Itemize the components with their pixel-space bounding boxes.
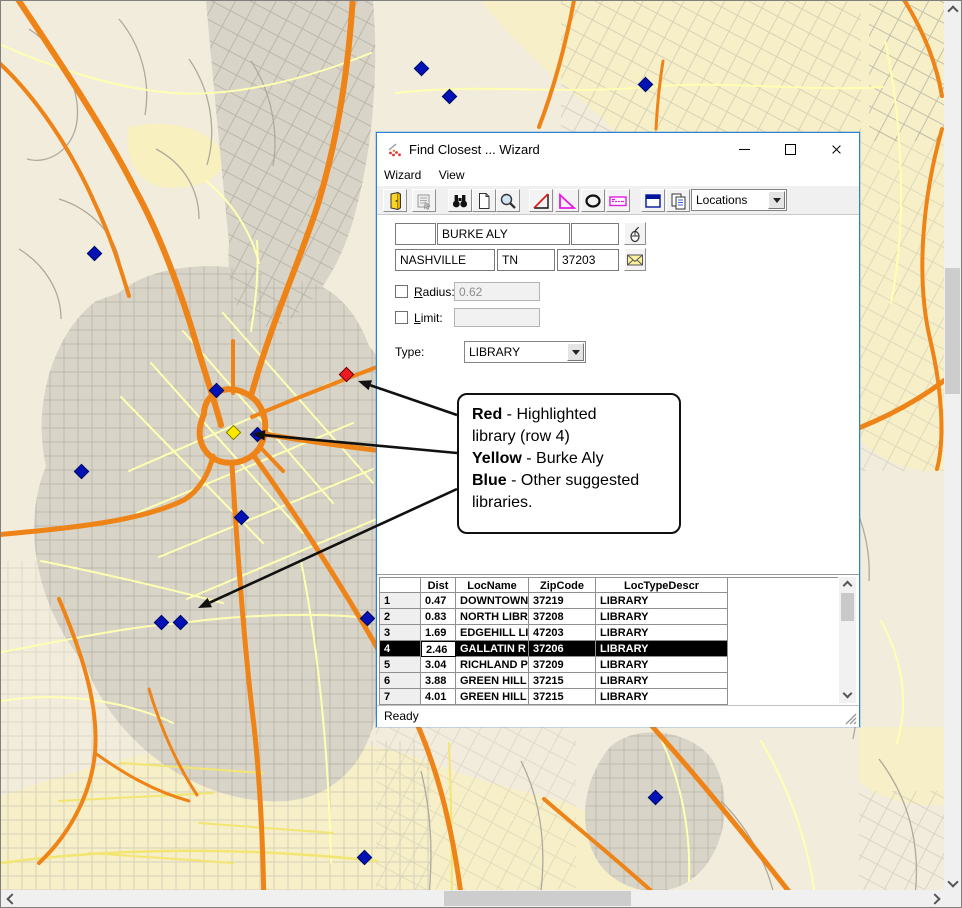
maximize-icon — [785, 144, 796, 155]
radius-label: Radius: — [414, 285, 455, 299]
header-zipcode[interactable]: ZipCode — [529, 577, 596, 593]
scroll-up-icon[interactable] — [947, 5, 958, 16]
new-document-button[interactable] — [472, 189, 496, 212]
limit-label: Limit: — [414, 311, 443, 325]
table-row[interactable]: 31.69EDGEHILL LI47203LIBRARY — [379, 625, 839, 641]
menu-wizard[interactable]: Wizard — [377, 166, 428, 184]
magnifier-icon — [498, 191, 518, 211]
properties-button[interactable] — [412, 189, 436, 212]
label-icon — [608, 191, 628, 211]
find-button[interactable] — [448, 189, 472, 212]
radius-field[interactable] — [454, 282, 540, 301]
type-combo[interactable]: LIBRARY — [464, 341, 586, 363]
table-row[interactable]: 74.01GREEN HILL37215LIBRARY — [379, 689, 839, 705]
close-icon — [831, 144, 842, 155]
label-tool-button[interactable] — [606, 189, 630, 212]
properties-icon — [414, 191, 434, 211]
header-locname[interactable]: LocName — [456, 577, 529, 593]
oval-tool-button[interactable] — [581, 189, 605, 212]
oval-icon — [583, 191, 603, 211]
horizontal-scrollbar[interactable] — [1, 890, 946, 907]
status-text: Ready — [384, 709, 419, 723]
state-field[interactable] — [497, 249, 555, 271]
table-scrollbar-thumb[interactable] — [841, 593, 854, 621]
table-row[interactable]: 63.88GREEN HILL37215LIBRARY — [379, 673, 839, 689]
scroll-down-icon[interactable] — [947, 876, 958, 887]
scroll-up-icon[interactable] — [843, 581, 853, 591]
copy-icon — [668, 191, 688, 211]
locations-combo-dropdown[interactable] — [768, 191, 785, 209]
scroll-right-icon[interactable] — [929, 893, 940, 904]
scroll-down-icon[interactable] — [843, 689, 853, 699]
dialog-title: Find Closest ... Wizard — [409, 142, 540, 157]
limit-checkbox[interactable] — [395, 311, 408, 324]
chevron-down-icon — [572, 350, 580, 355]
street-prefix-field[interactable] — [395, 223, 436, 245]
type-label: Type: — [395, 345, 424, 359]
red-line-tool-icon — [531, 191, 551, 211]
find-closest-wizard-dialog: Find Closest ... Wizard Wizard View — [376, 132, 860, 727]
wizard-window-icon — [387, 142, 403, 158]
table-row[interactable]: 42.46GALLATIN R37206LIBRARY — [379, 641, 839, 657]
new-document-icon — [474, 191, 494, 211]
legend-callout: Red - Highlighted library (row 4) Yellow… — [457, 393, 681, 534]
dialog-titlebar[interactable]: Find Closest ... Wizard — [377, 133, 859, 166]
window-icon — [643, 191, 663, 211]
scrollbar-corner — [944, 890, 961, 907]
type-combo-dropdown[interactable] — [567, 343, 584, 361]
zoom-button[interactable] — [496, 189, 520, 212]
window-tool-button[interactable] — [641, 189, 665, 212]
locations-combo-value: Locations — [696, 193, 747, 207]
dialog-menubar: Wizard View — [377, 166, 859, 186]
zip-field[interactable] — [557, 249, 619, 271]
minimize-icon — [739, 149, 750, 150]
type-combo-value: LIBRARY — [469, 345, 520, 359]
header-rownum[interactable] — [379, 577, 421, 593]
table-header-row: Dist LocName ZipCode LocTypeDescr — [379, 577, 839, 593]
copy-button[interactable] — [666, 189, 690, 212]
mail-button[interactable] — [624, 248, 646, 271]
minimize-button[interactable] — [721, 133, 767, 166]
resize-grip[interactable] — [844, 712, 857, 725]
locate-button[interactable] — [624, 222, 646, 245]
map-window: Find Closest ... Wizard Wizard View — [0, 0, 962, 908]
scroll-left-icon[interactable] — [6, 893, 17, 904]
limit-field[interactable] — [454, 308, 540, 327]
v-scrollbar-thumb[interactable] — [945, 268, 960, 394]
menu-view[interactable]: View — [432, 166, 472, 184]
line-tool-button[interactable] — [529, 189, 553, 212]
h-scrollbar-thumb[interactable] — [444, 891, 631, 906]
dialog-toolbar: Locations — [377, 186, 859, 215]
dialog-statusbar: Ready — [377, 705, 859, 727]
exit-button[interactable] — [383, 189, 407, 212]
magenta-triangle-icon — [557, 191, 577, 211]
header-dist[interactable]: Dist — [421, 577, 456, 593]
locations-combo[interactable]: Locations — [691, 189, 787, 211]
close-button[interactable] — [813, 133, 859, 166]
table-scrollbar[interactable] — [839, 577, 856, 703]
mouse-icon — [626, 225, 644, 243]
binoculars-icon — [450, 191, 470, 211]
maximize-button[interactable] — [767, 133, 813, 166]
triangle-tool-button[interactable] — [555, 189, 579, 212]
chevron-down-icon — [773, 198, 781, 203]
table-row[interactable]: 10.47DOWNTOWN37219LIBRARY — [379, 593, 839, 609]
exit-door-icon — [385, 191, 405, 211]
table-row[interactable]: 20.83NORTH LIBR37208LIBRARY — [379, 609, 839, 625]
street-suffix-field[interactable] — [571, 223, 619, 245]
header-loctypedescr[interactable]: LocTypeDescr — [596, 577, 728, 593]
dialog-client-area: Radius: Limit: Type: LIBRARY Red - Highl… — [377, 215, 859, 574]
envelope-icon — [626, 251, 644, 269]
radius-checkbox[interactable] — [395, 285, 408, 298]
table-row[interactable]: 53.04RICHLAND P37209LIBRARY — [379, 657, 839, 673]
city-field[interactable] — [395, 249, 495, 271]
results-table: Dist LocName ZipCode LocTypeDescr 10.47D… — [377, 574, 859, 705]
results-table-body: 10.47DOWNTOWN37219LIBRARY20.83NORTH LIBR… — [379, 593, 839, 705]
vertical-scrollbar[interactable] — [944, 1, 961, 892]
street-field[interactable] — [437, 223, 570, 245]
